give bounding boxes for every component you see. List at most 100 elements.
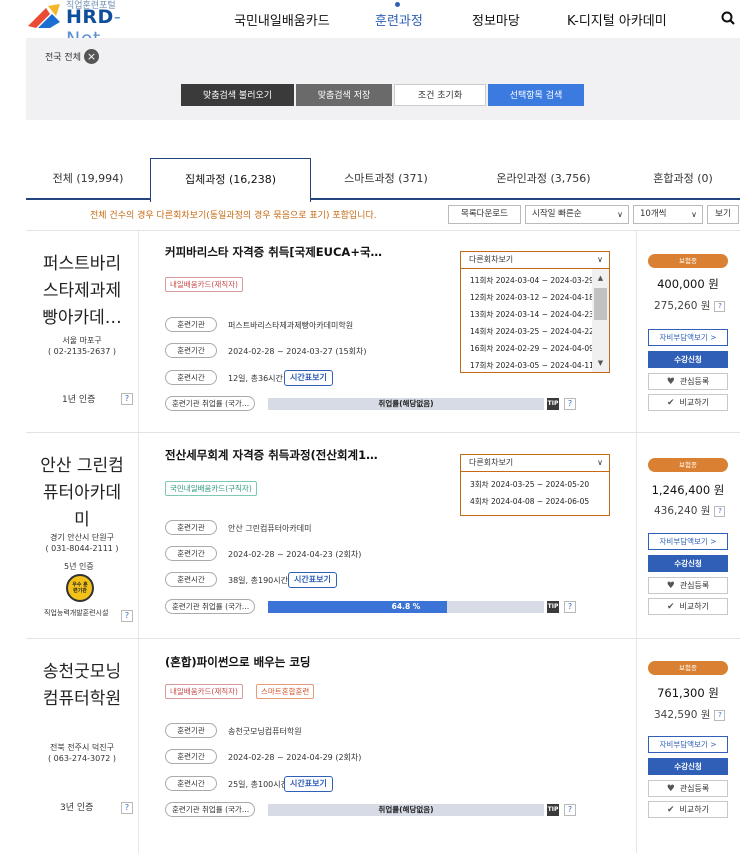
view-button[interactable]: 보기	[707, 205, 739, 224]
employment-rate-label: 훈련기관 취업률 (국가…	[165, 802, 255, 817]
download-list-button[interactable]: 목록다운로드	[448, 205, 521, 224]
hours-label: 훈련시간	[165, 572, 217, 587]
chevron-down-icon: ∨	[691, 210, 697, 219]
active-nav-dot	[395, 2, 400, 7]
course-title[interactable]: 전산세무회계 자격증 취득과정(전산회계1…	[165, 447, 378, 463]
timetable-button[interactable]: 시간표보기	[284, 370, 333, 386]
help-icon[interactable]: ?	[714, 709, 726, 721]
course-title[interactable]: 커피바리스타 자격증 취득[국제EUCA+국…	[165, 244, 382, 260]
course-tag: 내일배움카드(재직자)	[165, 684, 243, 699]
favorite-button[interactable]: ♥ 관심등록	[648, 577, 728, 594]
other-rounds-list: 3회차 2024-03-25 ~ 2024-05-20 4회차 2024-04-…	[460, 472, 610, 516]
course-title[interactable]: (혼합)파이썬으로 배우는 코딩	[165, 654, 310, 670]
apply-button[interactable]: 수강신청	[648, 351, 728, 368]
help-icon[interactable]: ?	[714, 300, 726, 312]
course-tag: 국민내일배움카드(구직자)	[165, 481, 257, 496]
timetable-button[interactable]: 시간표보기	[284, 776, 333, 792]
course-tag: 내일배움카드(재직자)	[165, 277, 243, 292]
employment-rate-bar: 64.8 %	[268, 601, 544, 613]
sort-select-value: 시작일 빠른순	[532, 209, 582, 219]
column-divider	[636, 231, 637, 433]
tip-icon[interactable]: TIP	[547, 601, 559, 613]
other-rounds-select[interactable]: 다른회차보기 ∨	[460, 251, 610, 269]
round-option[interactable]: 17회차 2024-03-05 ~ 2024-04-11	[461, 357, 609, 372]
institution-value: 퍼스트바리스타제과제빵아카데미학원	[228, 321, 354, 330]
period-label: 훈련기간	[165, 343, 217, 358]
search-icon[interactable]	[721, 11, 735, 25]
institution-label: 훈련기관	[165, 317, 217, 332]
nav-item-training-courses[interactable]: 훈련과정	[375, 2, 423, 29]
hours-value: 38일, 총190시간	[228, 576, 288, 585]
round-option[interactable]: 12회차 2024-03-12 ~ 2024-04-18	[461, 289, 609, 306]
check-icon: ✔	[667, 602, 675, 612]
scroll-up-icon[interactable]: ▲	[592, 271, 609, 285]
self-pay-price: 275,260 원?	[654, 298, 726, 313]
help-icon[interactable]: ?	[564, 398, 576, 410]
compare-button[interactable]: ✔ 비교하기	[648, 598, 728, 615]
employment-rate-text: 취업률(해당없음)	[378, 399, 434, 408]
certification-badge: 3년 인증	[60, 803, 94, 813]
self-pay-button[interactable]: 자비부담액보기 >	[648, 329, 728, 346]
help-icon[interactable]: ?	[564, 804, 576, 816]
help-icon[interactable]: ?	[714, 505, 726, 517]
self-pay-button[interactable]: 자비부담액보기 >	[648, 533, 728, 550]
tab-blended[interactable]: 혼합과정 (0)	[626, 158, 740, 200]
round-option[interactable]: 13회차 2024-03-14 ~ 2024-04-23	[461, 306, 609, 323]
nav-item-info[interactable]: 정보마당	[472, 10, 520, 29]
nav-item-k-digital[interactable]: K-디지털 아카데미	[567, 10, 667, 29]
round-option[interactable]: 4회차 2024-04-08 ~ 2024-06-05	[461, 493, 609, 510]
course-tag: 스마트혼합훈련	[256, 684, 315, 699]
timetable-button[interactable]: 시간표보기	[288, 572, 337, 588]
sort-select[interactable]: 시작일 빠른순 ∨	[525, 205, 629, 224]
institution-label: 훈련기관	[165, 520, 217, 535]
per-page-select[interactable]: 10개씩 ∨	[633, 205, 703, 224]
load-custom-search-button[interactable]: 맞춤검색 불러오기	[181, 84, 294, 106]
tip-icon[interactable]: TIP	[547, 398, 559, 410]
other-rounds-list: 11회차 2024-03-04 ~ 2024-03-29 12회차 2024-0…	[460, 269, 610, 373]
tab-smart[interactable]: 스마트과정 (371)	[311, 158, 461, 200]
round-option[interactable]: 3회차 2024-03-25 ~ 2024-05-20	[461, 476, 609, 493]
round-option[interactable]: 16회차 2024-02-29 ~ 2024-04-09	[461, 340, 609, 357]
nav-item-naeil-card[interactable]: 국민내일배움카드	[234, 10, 330, 29]
self-pay-button[interactable]: 자비부담액보기 >	[648, 736, 728, 753]
tab-online[interactable]: 온라인과정 (3,756)	[461, 158, 626, 200]
other-rounds-select[interactable]: 다른회차보기 ∨	[460, 454, 610, 472]
scroll-down-icon[interactable]: ▼	[592, 356, 609, 370]
favorite-button[interactable]: ♥ 관심등록	[648, 780, 728, 797]
hours-label: 훈련시간	[165, 776, 217, 791]
favorite-button[interactable]: ♥ 관심등록	[648, 373, 728, 390]
search-selected-button[interactable]: 선택항목 검색	[488, 84, 584, 106]
heart-icon: ♥	[666, 581, 675, 591]
compare-button[interactable]: ✔ 비교하기	[648, 801, 728, 818]
tip-icon[interactable]: TIP	[547, 804, 559, 816]
reset-conditions-button[interactable]: 조건 초기화	[394, 84, 486, 106]
institution-name[interactable]: 안산 그린컴 퓨터아카데 미	[26, 453, 138, 534]
price-badge: 보험종	[648, 254, 728, 268]
course-type-tabs: 전체 (19,994) 집체과정 (16,238) 스마트과정 (371) 온라…	[26, 158, 740, 202]
course-card: 안산 그린컴 퓨터아카데 미 경기 안산시 단원구( 031-8044-2111 )…	[26, 432, 740, 639]
compare-button[interactable]: ✔ 비교하기	[648, 394, 728, 411]
tab-classroom[interactable]: 집체과정 (16,238)	[150, 158, 311, 202]
chevron-down-icon: ∨	[597, 458, 603, 467]
course-price: 761,300 원	[657, 686, 719, 700]
help-icon[interactable]: ?	[121, 610, 133, 622]
save-custom-search-button[interactable]: 맞춤검색 저장	[296, 84, 392, 106]
rounds-scrollbar[interactable]: ▲ ▼	[592, 269, 609, 372]
apply-button[interactable]: 수강신청	[648, 555, 728, 572]
per-page-value: 10개씩	[640, 209, 667, 219]
check-icon: ✔	[667, 398, 675, 408]
help-icon[interactable]: ?	[121, 393, 133, 405]
institution-value: 송천굿모닝컴퓨터학원	[228, 727, 302, 736]
course-card: 송천굿모닝 컴퓨터학원 전북 전주시 덕진구( 063-274-3072 ) 3년…	[26, 638, 740, 853]
institution-name[interactable]: 송천굿모닝 컴퓨터학원	[26, 659, 138, 713]
institution-name[interactable]: 퍼스트바리 스타제과제 빵아카데…	[26, 251, 138, 332]
scrollbar-thumb[interactable]	[594, 288, 607, 320]
help-icon[interactable]: ?	[121, 802, 133, 814]
course-price: 400,000 원	[657, 277, 719, 291]
help-icon[interactable]: ?	[564, 601, 576, 613]
remove-filter-icon[interactable]: ×	[83, 49, 99, 64]
round-option[interactable]: 14회차 2024-03-25 ~ 2024-04-22	[461, 323, 609, 340]
round-option[interactable]: 11회차 2024-03-04 ~ 2024-03-29	[461, 272, 609, 289]
apply-button[interactable]: 수강신청	[648, 758, 728, 775]
tab-all[interactable]: 전체 (19,994)	[26, 158, 150, 200]
